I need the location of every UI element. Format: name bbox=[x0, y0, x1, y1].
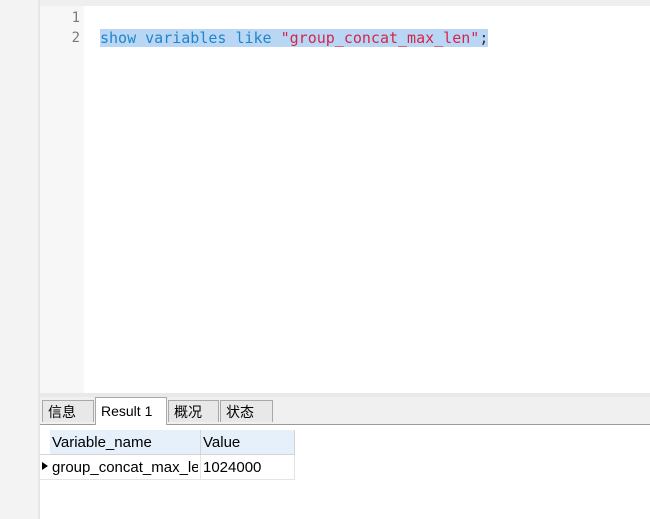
tab-result-1[interactable]: Result 1 bbox=[95, 397, 167, 425]
triangle-right-icon bbox=[42, 461, 48, 470]
code-token-keyword: like bbox=[235, 29, 272, 47]
left-panel-strip bbox=[0, 0, 38, 519]
line-number: 1 bbox=[71, 10, 80, 26]
column-header-label: Variable_name bbox=[52, 433, 152, 451]
result-grid-area: Variable_name Value group_concat_max_len… bbox=[40, 425, 650, 519]
cell-text: 1024000 bbox=[203, 458, 262, 476]
current-row-triangle-icon bbox=[40, 454, 50, 480]
cell-text: group_concat_max_len bbox=[52, 458, 198, 476]
line-number-gutter: 1 2 bbox=[40, 6, 84, 393]
code-line-2[interactable]: show variables like "group_concat_max_le… bbox=[100, 28, 489, 48]
code-token-keyword: show bbox=[100, 29, 137, 47]
code-token-punctuation: ; bbox=[479, 29, 489, 47]
tab-status[interactable]: 状态 bbox=[220, 400, 273, 422]
column-header-label: Value bbox=[203, 433, 241, 451]
cell-variable-name[interactable]: group_concat_max_len bbox=[50, 454, 201, 480]
column-header-value[interactable]: Value bbox=[200, 430, 295, 455]
sql-query-window: 1 2 show variables like "group_concat_ma… bbox=[0, 0, 650, 519]
selected-text: show variables like "group_concat_max_le… bbox=[100, 29, 489, 47]
code-token-string: "group_concat_max_len" bbox=[280, 29, 480, 47]
result-grid: Variable_name Value group_concat_max_len… bbox=[40, 430, 295, 480]
tab-overview[interactable]: 概况 bbox=[168, 400, 219, 422]
column-header-variable-name[interactable]: Variable_name bbox=[50, 430, 201, 455]
table-row[interactable]: group_concat_max_len 1024000 bbox=[40, 454, 295, 480]
code-token-keyword: variables bbox=[145, 29, 227, 47]
sql-editor[interactable]: 1 2 show variables like "group_concat_ma… bbox=[40, 6, 650, 393]
tab-info[interactable]: 信息 bbox=[42, 400, 94, 422]
header-row: Variable_name Value bbox=[40, 430, 295, 455]
line-number: 2 bbox=[71, 30, 80, 46]
result-tab-bar: 信息 Result 1 概况 状态 bbox=[40, 397, 650, 425]
cell-value[interactable]: 1024000 bbox=[200, 454, 295, 480]
grid-corner bbox=[40, 430, 50, 455]
